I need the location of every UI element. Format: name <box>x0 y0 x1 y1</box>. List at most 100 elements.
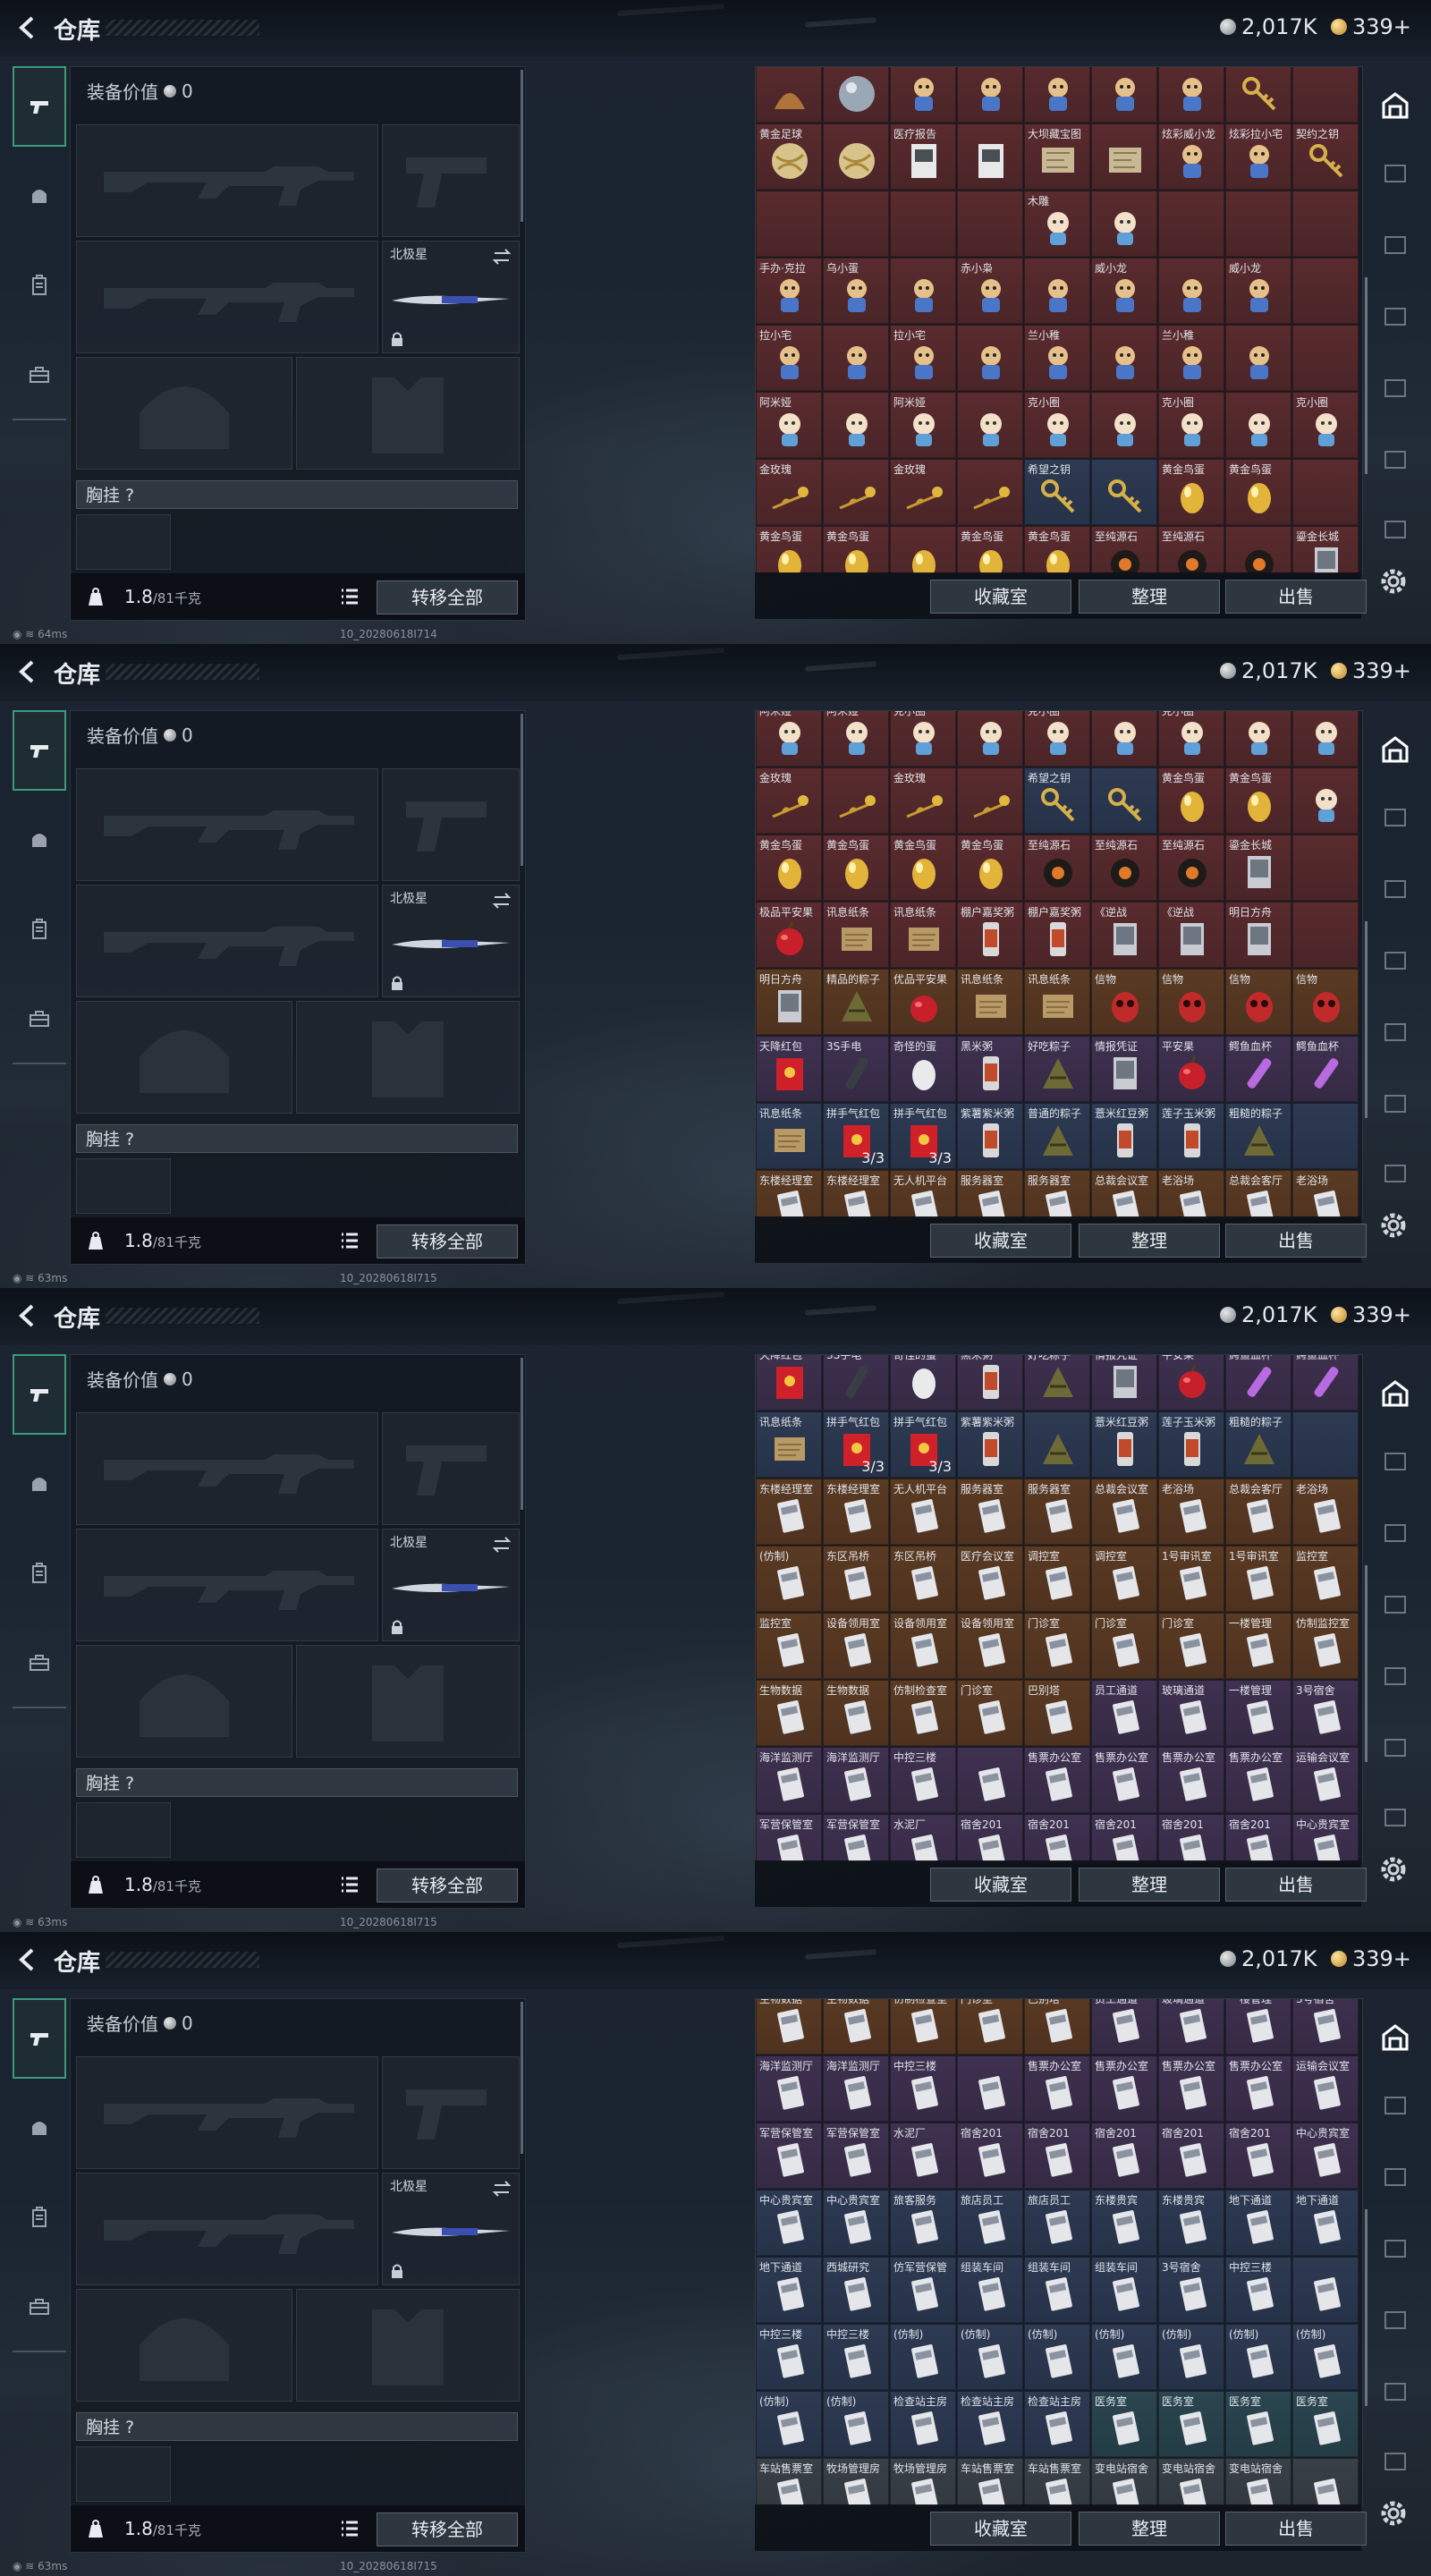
item-cell[interactable]: 牧场管理房 <box>823 2458 889 2505</box>
item-cell[interactable]: 黄金鸟蛋 <box>957 835 1023 901</box>
item-cell[interactable]: 仿军营保管 <box>890 2257 956 2323</box>
collection-button[interactable]: 收藏室 <box>930 1868 1071 1902</box>
item-cell[interactable]: 医务室 <box>1292 2391 1359 2457</box>
item-cell[interactable] <box>1225 526 1291 573</box>
primary-weapon-slot[interactable] <box>76 2056 378 2169</box>
storage-page-tab[interactable] <box>1374 2299 1417 2342</box>
item-cell[interactable]: 讯息纸条 <box>756 1103 822 1169</box>
item-cell[interactable]: 门诊室 <box>1024 1613 1090 1679</box>
storage-scrollbar[interactable] <box>1365 277 1367 474</box>
item-cell[interactable]: 阿米娅 <box>823 711 889 767</box>
item-cell[interactable]: 宿舍201 <box>1024 2123 1090 2189</box>
item-cell[interactable]: 中心贵宾室 <box>823 2190 889 2256</box>
item-cell[interactable]: 克小圈 <box>1292 392 1359 458</box>
sell-button[interactable]: 出售 <box>1225 580 1367 614</box>
item-cell[interactable]: 门诊室 <box>957 1680 1023 1746</box>
storage-page-tab[interactable] <box>1374 508 1417 551</box>
item-cell[interactable]: 海洋监测厅 <box>756 2055 822 2122</box>
gold-currency[interactable]: 339+ <box>1331 658 1411 683</box>
tab-armor[interactable] <box>13 2088 66 2168</box>
item-cell[interactable]: 宿舍201 <box>1225 2123 1291 2189</box>
gold-currency[interactable]: 339+ <box>1331 1946 1411 1971</box>
armor-slot[interactable] <box>296 1001 520 1114</box>
item-cell[interactable]: 生物数据 <box>823 1999 889 2055</box>
storage-page-tab[interactable] <box>1374 438 1417 481</box>
item-cell[interactable]: 服务器室 <box>1024 1479 1090 1545</box>
item-cell[interactable]: 鎏金长城 <box>1292 526 1359 573</box>
item-cell[interactable] <box>1024 258 1090 324</box>
item-cell[interactable]: 至纯源石 <box>1158 835 1224 901</box>
item-cell[interactable] <box>1091 191 1157 257</box>
sort-button[interactable]: 整理 <box>1079 2512 1220 2546</box>
item-cell[interactable]: 监控室 <box>1292 1546 1359 1612</box>
item-cell[interactable]: 东楼贵宾 <box>1091 2190 1157 2256</box>
tab-weapons[interactable] <box>13 710 66 791</box>
item-cell[interactable]: 《逆战 <box>1158 902 1224 968</box>
item-cell[interactable]: 一楼管理 <box>1225 1613 1291 1679</box>
item-cell[interactable]: 生物数据 <box>756 1680 822 1746</box>
item-cell[interactable]: 地下通道 <box>1292 2190 1359 2256</box>
item-cell[interactable]: 讯息纸条 <box>823 902 889 968</box>
item-cell[interactable]: 契约之钥 <box>1292 123 1359 190</box>
item-cell[interactable]: 木雕 <box>1024 191 1090 257</box>
tab-case[interactable] <box>13 335 66 415</box>
item-cell[interactable]: 炫彩拉小宅 <box>1225 123 1291 190</box>
item-cell[interactable]: 东楼经理室 <box>756 1479 822 1545</box>
list-icon[interactable] <box>339 586 360 607</box>
item-cell[interactable]: 检查站主房 <box>890 2391 956 2457</box>
storage-scrollbar[interactable] <box>1365 1565 1367 1762</box>
tab-weapons[interactable] <box>13 1998 66 2079</box>
item-cell[interactable]: 设备领用室 <box>890 1613 956 1679</box>
item-cell[interactable]: 生物数据 <box>756 1999 822 2055</box>
item-cell[interactable] <box>1292 711 1359 767</box>
storage-page-tab[interactable] <box>1374 1152 1417 1195</box>
item-cell[interactable] <box>957 767 1023 834</box>
item-cell[interactable]: 信物 <box>1292 969 1359 1035</box>
item-cell[interactable]: 军营保管室 <box>756 1814 822 1861</box>
item-cell[interactable]: (仿制) <box>823 2391 889 2457</box>
storage-page-tab[interactable] <box>1374 1512 1417 1555</box>
item-cell[interactable]: 拼手气红包 3/3 <box>823 1411 889 1478</box>
back-button[interactable] <box>13 1945 43 1975</box>
item-cell[interactable] <box>1024 1411 1090 1478</box>
item-cell[interactable]: 黄金鸟蛋 <box>1225 459 1291 525</box>
back-button[interactable] <box>13 13 43 43</box>
item-cell[interactable]: 总裁会议室 <box>1091 1170 1157 1217</box>
item-cell[interactable] <box>823 191 889 257</box>
storage-page-tab[interactable] <box>1374 868 1417 911</box>
tab-backpack[interactable] <box>13 1533 66 1614</box>
storage-page-tab[interactable] <box>1374 939 1417 982</box>
item-cell[interactable]: 3号宿舍 <box>1292 1999 1359 2055</box>
tab-armor[interactable] <box>13 156 66 236</box>
item-cell[interactable]: 金玫瑰 <box>890 459 956 525</box>
collection-button[interactable]: 收藏室 <box>930 580 1071 614</box>
item-cell[interactable]: 东楼经理室 <box>756 1170 822 1217</box>
item-cell[interactable]: 讯息纸条 <box>890 902 956 968</box>
melee-slot[interactable]: 北极星 <box>382 1529 520 1641</box>
item-cell[interactable]: 克小圈 <box>1024 392 1090 458</box>
primary-weapon-slot[interactable] <box>76 1412 378 1525</box>
storage-page-tab[interactable] <box>1374 2084 1417 2127</box>
item-cell[interactable]: 医务室 <box>1225 2391 1291 2457</box>
item-cell[interactable]: 至纯源石 <box>1091 835 1157 901</box>
item-cell[interactable]: 鳄鱼血杯 <box>1292 1355 1359 1411</box>
item-cell[interactable]: (仿制) <box>957 2324 1023 2390</box>
item-cell[interactable]: 旅店员工 <box>957 2190 1023 2256</box>
item-cell[interactable]: 鳄鱼血杯 <box>1225 1355 1291 1411</box>
item-cell[interactable]: 拼手气红包 3/3 <box>890 1411 956 1478</box>
item-cell[interactable]: 棚户嘉奖粥 <box>1024 902 1090 968</box>
item-cell[interactable]: 玻璃通道 <box>1158 1680 1224 1746</box>
item-cell[interactable]: 设备领用室 <box>823 1613 889 1679</box>
tab-case[interactable] <box>13 979 66 1059</box>
item-cell[interactable]: 组装车间 <box>1024 2257 1090 2323</box>
item-cell[interactable]: 门诊室 <box>957 1999 1023 2055</box>
item-cell[interactable]: 至纯源石 <box>1158 526 1224 573</box>
sell-button[interactable]: 出售 <box>1225 1224 1367 1258</box>
gear-icon[interactable] <box>1377 1853 1410 1885</box>
item-cell[interactable]: 鳄鱼血杯 <box>1225 1036 1291 1102</box>
item-cell[interactable]: 天降红包 <box>756 1355 822 1411</box>
storage-page-tab[interactable] <box>1374 2440 1417 2483</box>
item-cell[interactable]: 仿制监控室 <box>1292 1613 1359 1679</box>
item-cell[interactable] <box>1292 325 1359 391</box>
item-cell[interactable]: 阿米娅 <box>890 392 956 458</box>
